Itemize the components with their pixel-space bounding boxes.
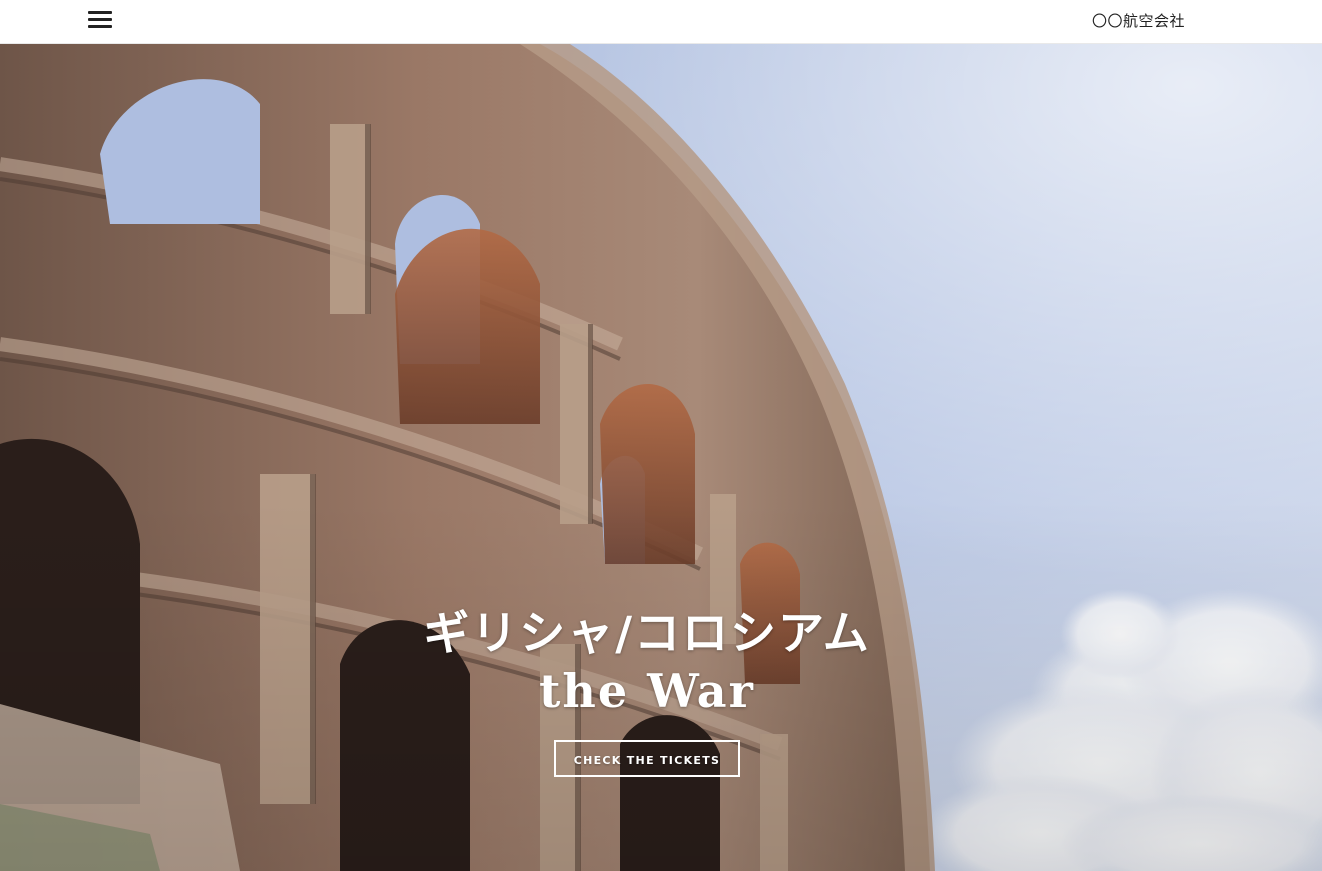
hero-title-line1: ギリシャ/コロシアム (423, 606, 871, 660)
hamburger-menu-icon[interactable] (88, 10, 112, 30)
hero-content: ギリシャ/コロシアム the War CHECK THE TICKETS (0, 604, 1294, 777)
hero-title-line2: the War (539, 664, 755, 718)
hamburger-line (88, 11, 112, 14)
check-tickets-button[interactable]: CHECK THE TICKETS (553, 740, 741, 777)
hero-section: ギリシャ/コロシアム the War CHECK THE TICKETS (0, 44, 1322, 871)
hamburger-line (88, 25, 112, 28)
hero-title: ギリシャ/コロシアム the War (0, 604, 1294, 720)
hamburger-line (88, 18, 112, 21)
brand-name[interactable]: 〇〇航空会社 (1092, 10, 1185, 31)
top-navigation-bar: 〇〇航空会社 (0, 0, 1322, 44)
